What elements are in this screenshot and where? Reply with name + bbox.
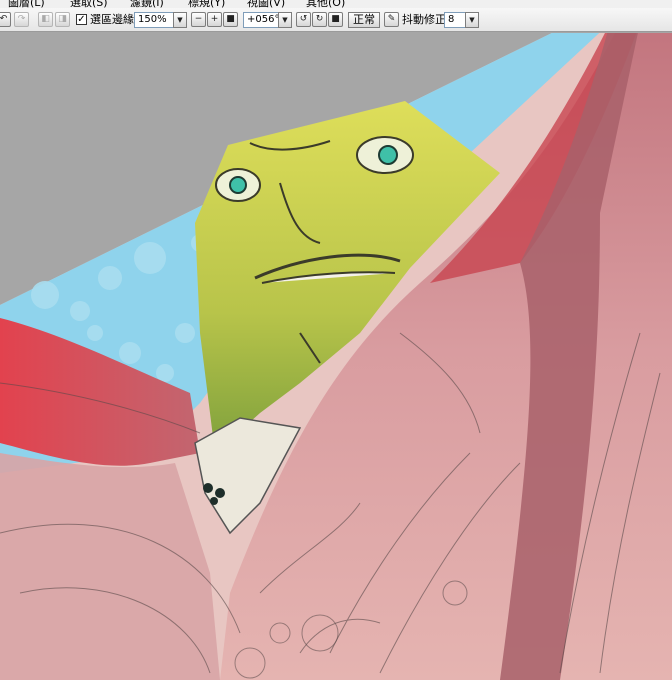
- undo-icon: ↶: [0, 14, 8, 24]
- plus-icon: +: [210, 14, 219, 24]
- chevron-down-icon: ▼: [282, 16, 288, 24]
- selection-edge-checkbox[interactable]: ✓: [76, 14, 87, 25]
- rotate-right-icon: ↻: [315, 14, 324, 24]
- menu-select[interactable]: 選取(S): [70, 0, 108, 8]
- brush-icon: ✎: [387, 14, 396, 24]
- toolbar: ↶ ↷ ◧ ◨ ✓ 選區邊緣 150% ▼ − + ■ +056° ▼ ↺ ↻ …: [0, 8, 672, 32]
- canvas-area[interactable]: [0, 33, 672, 680]
- menu-bar: 圖層(L) 選取(S) 濾鏡(I) 標規(Y) 視圖(V) 其他(O): [0, 0, 672, 8]
- rotate-left-button[interactable]: ↺: [296, 12, 311, 27]
- minus-icon: −: [194, 14, 203, 24]
- zoom-in-button[interactable]: +: [207, 12, 222, 27]
- normal-view-button[interactable]: 正常: [348, 12, 380, 28]
- stabilizer-label: 抖動修正: [402, 13, 446, 26]
- menu-filter[interactable]: 濾鏡(I): [130, 0, 164, 8]
- next-button[interactable]: ◨: [55, 12, 70, 27]
- artwork-canvas[interactable]: [0, 33, 672, 680]
- menu-other[interactable]: 其他(O): [306, 0, 345, 8]
- next-icon: ◨: [58, 14, 67, 24]
- menu-ruler[interactable]: 標規(Y): [188, 0, 225, 8]
- stabilizer-dropdown[interactable]: ▼: [465, 12, 479, 28]
- stabilizer-input[interactable]: 8: [444, 12, 466, 28]
- rotate-reset-button[interactable]: ■: [328, 12, 343, 27]
- chevron-down-icon: ▼: [177, 16, 183, 24]
- redo-button[interactable]: ↷: [14, 12, 29, 27]
- stabilizer-icon-button[interactable]: ✎: [384, 12, 399, 27]
- square-icon: ■: [226, 14, 235, 24]
- menu-layer[interactable]: 圖層(L): [8, 0, 45, 8]
- rotation-input[interactable]: +056°: [243, 12, 279, 28]
- zoom-dropdown[interactable]: ▼: [173, 12, 187, 28]
- rotation-dropdown[interactable]: ▼: [278, 12, 292, 28]
- check-icon: ✓: [77, 14, 86, 25]
- zoom-out-button[interactable]: −: [191, 12, 206, 27]
- prev-icon: ◧: [41, 14, 50, 24]
- rotate-right-button[interactable]: ↻: [312, 12, 327, 27]
- menu-view[interactable]: 視圖(V): [247, 0, 285, 8]
- zoom-reset-button[interactable]: ■: [223, 12, 238, 27]
- rotate-left-icon: ↺: [299, 14, 308, 24]
- selection-edge-label: 選區邊緣: [90, 13, 134, 26]
- chevron-down-icon: ▼: [469, 16, 475, 24]
- square-icon: ■: [331, 14, 340, 24]
- undo-button[interactable]: ↶: [0, 12, 11, 27]
- redo-icon: ↷: [17, 14, 26, 24]
- prev-button[interactable]: ◧: [38, 12, 53, 27]
- zoom-input[interactable]: 150%: [134, 12, 174, 28]
